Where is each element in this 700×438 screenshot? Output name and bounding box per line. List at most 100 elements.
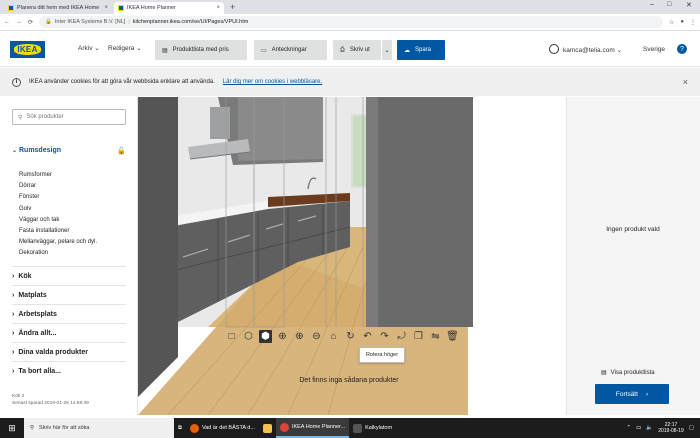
- help-icon[interactable]: ?: [677, 44, 687, 54]
- chevron-down-icon: ⌄: [94, 45, 100, 52]
- country-selector[interactable]: Sverige: [643, 46, 665, 53]
- submenu-item-rumsformer[interactable]: Rumsformer: [19, 170, 97, 181]
- taskbar-app-firefox[interactable]: Vad är det BÄSTA d...: [186, 418, 259, 438]
- user-email-text: kamca@telia.com: [563, 47, 615, 54]
- taskbar-search-text: Skriv här för att söka: [39, 425, 90, 431]
- user-avatar-icon[interactable]: [549, 44, 559, 54]
- tooltip: Rotera höger: [359, 347, 405, 363]
- bookmark-star-icon[interactable]: ☆: [669, 19, 674, 26]
- section-title: Rumsdesign: [18, 147, 61, 154]
- network-icon[interactable]: ▭: [636, 425, 641, 431]
- 3d-view-icon[interactable]: ⬡: [242, 330, 255, 343]
- 3d-box-view-icon[interactable]: ⬢: [259, 330, 272, 343]
- file-explorer-icon[interactable]: [259, 418, 276, 438]
- close-tab-icon[interactable]: ×: [104, 5, 108, 11]
- zoom-out-icon[interactable]: ⊖: [310, 330, 323, 343]
- kitchen-3d-view[interactable]: [138, 96, 566, 416]
- user-email[interactable]: kamca@telia.com ⌄: [563, 46, 622, 54]
- notes-icon: ▭: [261, 47, 267, 54]
- product-search-field[interactable]: ⚲ Sök produkter: [12, 109, 126, 125]
- forward-icon[interactable]: →: [16, 19, 22, 25]
- clock[interactable]: 22:17 2019-08-19: [658, 422, 684, 435]
- chevron-right-icon: ›: [12, 310, 15, 318]
- search-icon: ⚲: [30, 425, 35, 431]
- home-icon[interactable]: ⌂: [327, 330, 340, 343]
- taskbar-search[interactable]: ⚲ Skriv här för att söka: [24, 418, 174, 438]
- section-rumsdesign[interactable]: ⌄ Rumsdesign 🔓: [12, 147, 126, 155]
- new-tab-button[interactable]: +: [230, 2, 235, 12]
- 2d-view-icon[interactable]: □: [225, 330, 238, 343]
- browser-menu-icon[interactable]: ⋮: [690, 19, 696, 26]
- kitchen-3d-render[interactable]: [138, 96, 566, 416]
- submenu-item-fonster[interactable]: Fönster: [19, 192, 97, 203]
- browser-tab-1[interactable]: Planera ditt hem med IKEA Home ×: [4, 2, 112, 14]
- submenu-item-golv[interactable]: Golv: [19, 204, 97, 215]
- chevron-right-icon: ›: [12, 272, 15, 280]
- minimize-icon[interactable]: –: [650, 1, 654, 8]
- close-banner-icon[interactable]: ×: [683, 77, 688, 87]
- no-product-selected: Ingen produkt vald: [606, 226, 660, 233]
- zoom-fit-icon[interactable]: ⊕: [276, 330, 289, 343]
- cookie-learn-more-link[interactable]: Lär dig mer om cookies i webbläsare.: [223, 79, 322, 85]
- undo-icon[interactable]: ↶: [361, 330, 374, 343]
- close-tab-icon[interactable]: ×: [216, 5, 220, 11]
- search-placeholder: Sök produkter: [26, 114, 64, 120]
- back-icon[interactable]: ←: [4, 19, 10, 25]
- close-window-icon[interactable]: ✕: [686, 1, 692, 9]
- save-status: Kök 2 Senast sparad 2019-01-28 14:59:39: [12, 393, 89, 407]
- url-separator: |: [128, 19, 130, 25]
- print-dropdown-button[interactable]: ⌄: [382, 40, 392, 60]
- chevron-right-icon: ›: [12, 348, 15, 356]
- category-dina-valda-produkter[interactable]: › Dina valda produkter: [12, 342, 126, 361]
- submenu-item-vaggar-och-tak[interactable]: Väggar och tak: [19, 215, 97, 226]
- lock-icon: 🔒: [45, 19, 52, 25]
- copy-icon[interactable]: ❐: [412, 330, 425, 343]
- reload-icon[interactable]: ⟳: [28, 19, 33, 26]
- print-icon: ⎙: [340, 46, 345, 53]
- menu-arkiv[interactable]: Arkiv ⌄: [78, 44, 100, 52]
- submenu-item-dorrar[interactable]: Dörrar: [19, 181, 97, 192]
- category-kok[interactable]: › Kök: [12, 266, 126, 285]
- taskbar-app-label: IKEA Home Planner...: [291, 424, 346, 430]
- notes-button[interactable]: ▭ Anteckningar: [254, 40, 327, 60]
- cookie-banner: i IKEA använder cookies för att göra vår…: [0, 68, 700, 96]
- browser-tab-2[interactable]: IKEA Home Planner ×: [114, 2, 224, 14]
- category-arbetsplats[interactable]: › Arbetsplats: [12, 304, 126, 323]
- ikea-logo[interactable]: IKEA: [10, 41, 45, 58]
- ikea-favicon-icon: [118, 5, 124, 11]
- category-ta-bort-alla[interactable]: › Ta bort alla...: [12, 361, 126, 380]
- url-field[interactable]: 🔒 Inter IKEA Systems B.V. [NL] | kitchen…: [39, 16, 663, 28]
- zoom-in-icon[interactable]: ⊕: [293, 330, 306, 343]
- submenu-item-dekoration[interactable]: Dekoration: [19, 248, 97, 259]
- task-view-icon[interactable]: ⧉: [174, 418, 186, 438]
- redo-icon[interactable]: ↷: [378, 330, 391, 343]
- category-andra-allt[interactable]: › Ändra allt...: [12, 323, 126, 342]
- rotate-right-icon[interactable]: ↻: [344, 330, 357, 343]
- category-matplats[interactable]: › Matplats: [12, 285, 126, 304]
- list-icon: ▤: [601, 370, 607, 376]
- plan-name: Kök 2: [12, 394, 25, 399]
- print-button[interactable]: ⎙ Skriv ut: [333, 40, 381, 60]
- folder-icon: [262, 423, 272, 433]
- clock-date: 2019-08-19: [658, 428, 684, 434]
- submenu-item-mellanvaggar[interactable]: Mellanväggar, pelare och dyl.: [19, 237, 97, 248]
- unlock-icon[interactable]: 🔓: [117, 147, 126, 155]
- taskbar-app-calculator[interactable]: Kalkylatorn: [349, 418, 396, 438]
- notifications-icon[interactable]: ▢: [689, 425, 694, 431]
- show-product-list-link[interactable]: ▤ Visa produktlista: [601, 369, 655, 377]
- tray-arrow-icon[interactable]: ⌃: [627, 425, 632, 431]
- profile-icon[interactable]: ●: [680, 19, 684, 25]
- rotate-item-icon[interactable]: ⤾: [395, 330, 408, 343]
- menu-redigera[interactable]: Redigera ⌄: [108, 44, 142, 52]
- windows-start-icon[interactable]: ⊞: [0, 423, 24, 434]
- chevron-right-icon: ›: [12, 291, 15, 299]
- volume-icon[interactable]: 🔈: [646, 425, 653, 431]
- maximize-icon[interactable]: □: [667, 1, 671, 8]
- delete-icon[interactable]: 🗑: [446, 330, 459, 343]
- flip-icon[interactable]: ⇋: [429, 330, 442, 343]
- save-button[interactable]: ☁ Spara: [397, 40, 445, 60]
- taskbar-app-chrome[interactable]: IKEA Home Planner...: [275, 418, 350, 438]
- continue-button[interactable]: Fortsätt ›: [595, 384, 669, 404]
- submenu-item-fasta-installationer[interactable]: Fasta installationer: [19, 226, 97, 237]
- productlist-button[interactable]: ▤ Produktlista med pris: [155, 40, 247, 60]
